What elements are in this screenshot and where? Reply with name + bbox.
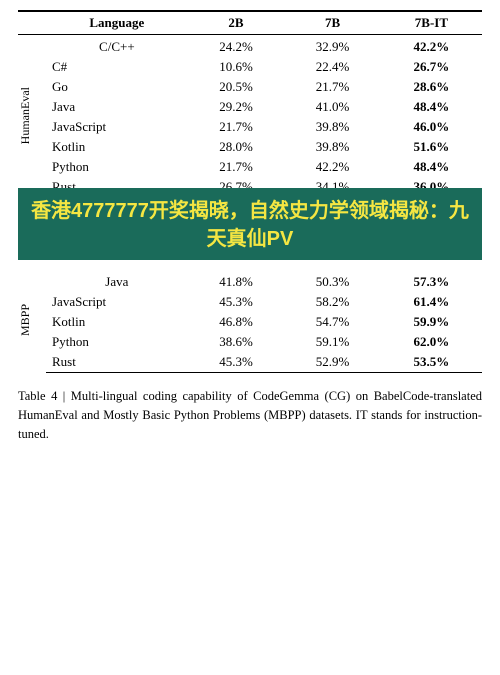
humaneval-row-2: Go 20.5% 21.7% 28.6% (18, 77, 482, 97)
val-2b: 21.7% (188, 157, 285, 177)
humaneval-row-3: Java 29.2% 41.0% 48.4% (18, 97, 482, 117)
lang-cell: Rust (46, 352, 188, 373)
val-7b-it: 28.6% (381, 77, 482, 97)
lang-cell: JavaScript (46, 292, 188, 312)
val-7b-it: 53.5% (381, 352, 482, 373)
val-2b: 45.3% (188, 292, 285, 312)
val-2b: 41.8% (188, 270, 285, 292)
col-2b: 2B (188, 11, 285, 35)
lang-cell: JavaScript (46, 117, 188, 137)
val-7b-it: 62.0% (381, 332, 482, 352)
val-7b: 58.2% (284, 292, 381, 312)
val-2b: 24.2% (188, 35, 285, 58)
val-7b-it: 51.6% (381, 137, 482, 157)
lang-cell: Python (46, 157, 188, 177)
val-7b-it: 42.2% (381, 35, 482, 58)
val-2b: 10.6% (188, 57, 285, 77)
val-7b: 22.4% (284, 57, 381, 77)
lang-cell: Kotlin (46, 137, 188, 157)
humaneval-row-5: Kotlin 28.0% 39.8% 51.6% (18, 137, 482, 157)
lang-cell: Python (46, 332, 188, 352)
lang-cell: Java (46, 97, 188, 117)
val-2b: 46.8% (188, 312, 285, 332)
val-2b: 29.2% (188, 97, 285, 117)
ad-text: 香港4777777开奖揭晓，自然史力学领域揭秘：九天真仙PV (26, 197, 474, 253)
humaneval-label-cell: HumanEval (18, 35, 46, 198)
ad-banner[interactable]: 香港4777777开奖揭晓，自然史力学领域揭秘：九天真仙PV (18, 188, 482, 260)
val-2b: 45.3% (188, 352, 285, 373)
lang-cell: Kotlin (46, 312, 188, 332)
col-7b-it: 7B-IT (381, 11, 482, 35)
table-container: Language 2B 7B 7B-IT HumanEval C/C++ 24.… (18, 10, 482, 373)
mbpp-row-3: Python 38.6% 59.1% 62.0% (18, 332, 482, 352)
val-7b: 39.8% (284, 137, 381, 157)
caption-text: Table 4 | Multi-lingual coding capabilit… (18, 389, 482, 442)
val-7b: 42.2% (284, 157, 381, 177)
val-7b-it: 26.7% (381, 57, 482, 77)
val-7b: 50.3% (284, 270, 381, 292)
lang-cell: Go (46, 77, 188, 97)
humaneval-row-0: HumanEval C/C++ 24.2% 32.9% 42.2% (18, 35, 482, 58)
table-caption: Table 4 | Multi-lingual coding capabilit… (18, 387, 482, 445)
col-language: Language (46, 11, 188, 35)
val-7b: 21.7% (284, 77, 381, 97)
humaneval-row-6: Python 21.7% 42.2% 48.4% (18, 157, 482, 177)
mbpp-label: MBPP (18, 304, 33, 336)
humaneval-label: HumanEval (18, 87, 33, 144)
val-7b-it: 61.4% (381, 292, 482, 312)
val-7b: 39.8% (284, 117, 381, 137)
val-7b-it: 59.9% (381, 312, 482, 332)
col-7b: 7B (284, 11, 381, 35)
humaneval-row-4: JavaScript 21.7% 39.8% 46.0% (18, 117, 482, 137)
val-2b: 20.5% (188, 77, 285, 97)
val-7b: 41.0% (284, 97, 381, 117)
lang-cell: C# (46, 57, 188, 77)
lang-cell: Java (46, 270, 188, 292)
val-7b: 32.9% (284, 35, 381, 58)
val-7b-it: 48.4% (381, 97, 482, 117)
mbpp-label-cell: MBPP (18, 270, 46, 373)
val-2b: 28.0% (188, 137, 285, 157)
mbpp-row-4: Rust 45.3% 52.9% 53.5% (18, 352, 482, 373)
val-7b-it: 46.0% (381, 117, 482, 137)
mbpp-row-2: Kotlin 46.8% 54.7% 59.9% (18, 312, 482, 332)
val-2b: 38.6% (188, 332, 285, 352)
val-7b-it: 48.4% (381, 157, 482, 177)
table-header-row: Language 2B 7B 7B-IT (18, 11, 482, 35)
mbpp-row-1: JavaScript 45.3% 58.2% 61.4% (18, 292, 482, 312)
side-label-header (18, 11, 46, 35)
val-7b: 52.9% (284, 352, 381, 373)
humaneval-row-1: C# 10.6% 22.4% 26.7% (18, 57, 482, 77)
val-7b: 54.7% (284, 312, 381, 332)
val-7b-it: 57.3% (381, 270, 482, 292)
val-7b: 59.1% (284, 332, 381, 352)
val-2b: 21.7% (188, 117, 285, 137)
mbpp-row-0: MBPP Java 41.8% 50.3% 57.3% (18, 270, 482, 292)
lang-cell: C/C++ (46, 35, 188, 58)
